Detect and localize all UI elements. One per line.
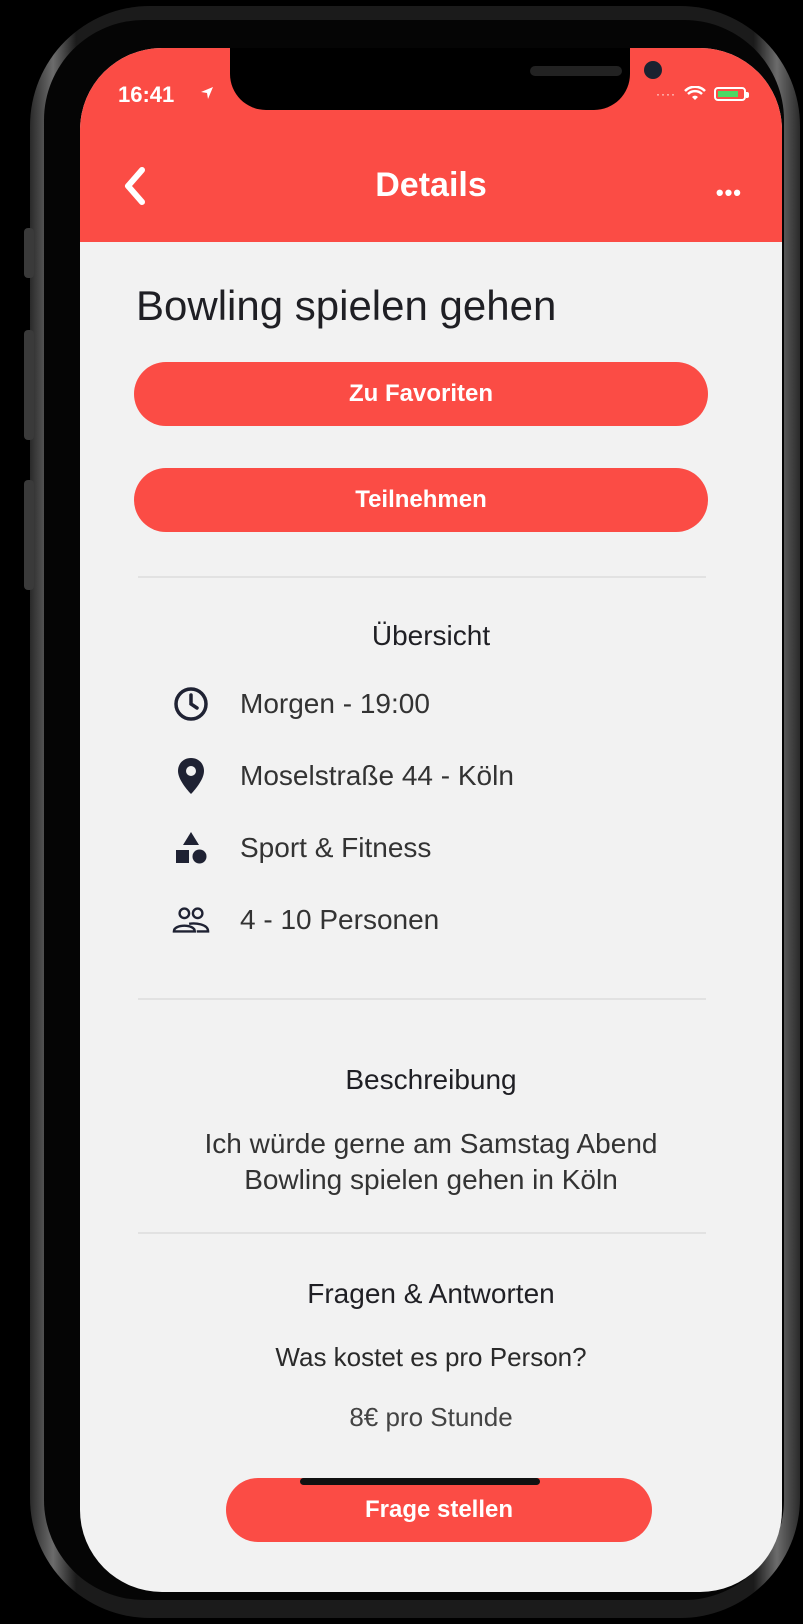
ask-question-button[interactable]: Frage stellen: [226, 1478, 652, 1542]
qa-heading: Fragen & Antworten: [307, 1278, 555, 1309]
qa-answer: 8€ pro Stunde: [349, 1402, 513, 1432]
battery-icon: [714, 87, 749, 101]
divider: [138, 576, 706, 578]
qa-question: Was kostet es pro Person?: [275, 1342, 587, 1372]
page-title: Details: [375, 166, 487, 204]
notch: [230, 48, 662, 110]
clock-icon: [172, 685, 210, 723]
description-line: Bowling spielen gehen in Köln: [244, 1164, 618, 1195]
shapes-icon: [172, 829, 210, 867]
home-indicator[interactable]: [300, 1478, 540, 1485]
volume-down-button: [24, 480, 34, 590]
overview-item-location: Moselstraße 44 - Köln: [172, 756, 514, 796]
battery-level: [718, 91, 738, 97]
overview-item-category: Sport & Fitness: [172, 828, 431, 868]
overview-item-text: Morgen - 19:00: [240, 688, 430, 719]
divider: [138, 1232, 706, 1234]
app-header: 16:41 ···· Details •••: [80, 48, 782, 242]
description-heading: Beschreibung: [345, 1064, 517, 1095]
overview-item-text: 4 - 10 Personen: [240, 904, 440, 935]
wifi-icon: [684, 86, 706, 100]
add-to-favorites-button[interactable]: Zu Favoriten: [134, 362, 708, 426]
status-time: 16:41: [118, 82, 175, 107]
speaker: [530, 66, 622, 76]
status-indicators: ····: [656, 86, 749, 102]
overview-item-text: Sport & Fitness: [240, 832, 432, 863]
more-options-icon[interactable]: •••: [716, 180, 742, 206]
overview-heading: Übersicht: [371, 620, 491, 651]
location-arrow-icon: [201, 87, 213, 99]
event-title: Bowling spielen gehen: [136, 282, 557, 329]
description-line: Ich würde gerne am Samstag Abend: [204, 1128, 658, 1159]
overview-item-participants: 4 - 10 Personen: [172, 900, 439, 940]
join-button[interactable]: Teilnehmen: [134, 468, 708, 532]
app-screen: 16:41 ···· Details ••• Bowling spielen g…: [80, 48, 782, 1592]
volume-up-button: [24, 330, 34, 440]
overview-item-date: Morgen - 19:00: [172, 684, 430, 724]
front-camera: [644, 61, 662, 79]
overview-item-text: Moselstraße 44 - Köln: [240, 760, 514, 791]
divider: [138, 998, 706, 1000]
location-pin-icon: [172, 757, 210, 795]
signal-icon: ····: [656, 87, 676, 101]
mute-switch: [24, 228, 34, 278]
people-icon: [172, 901, 210, 939]
